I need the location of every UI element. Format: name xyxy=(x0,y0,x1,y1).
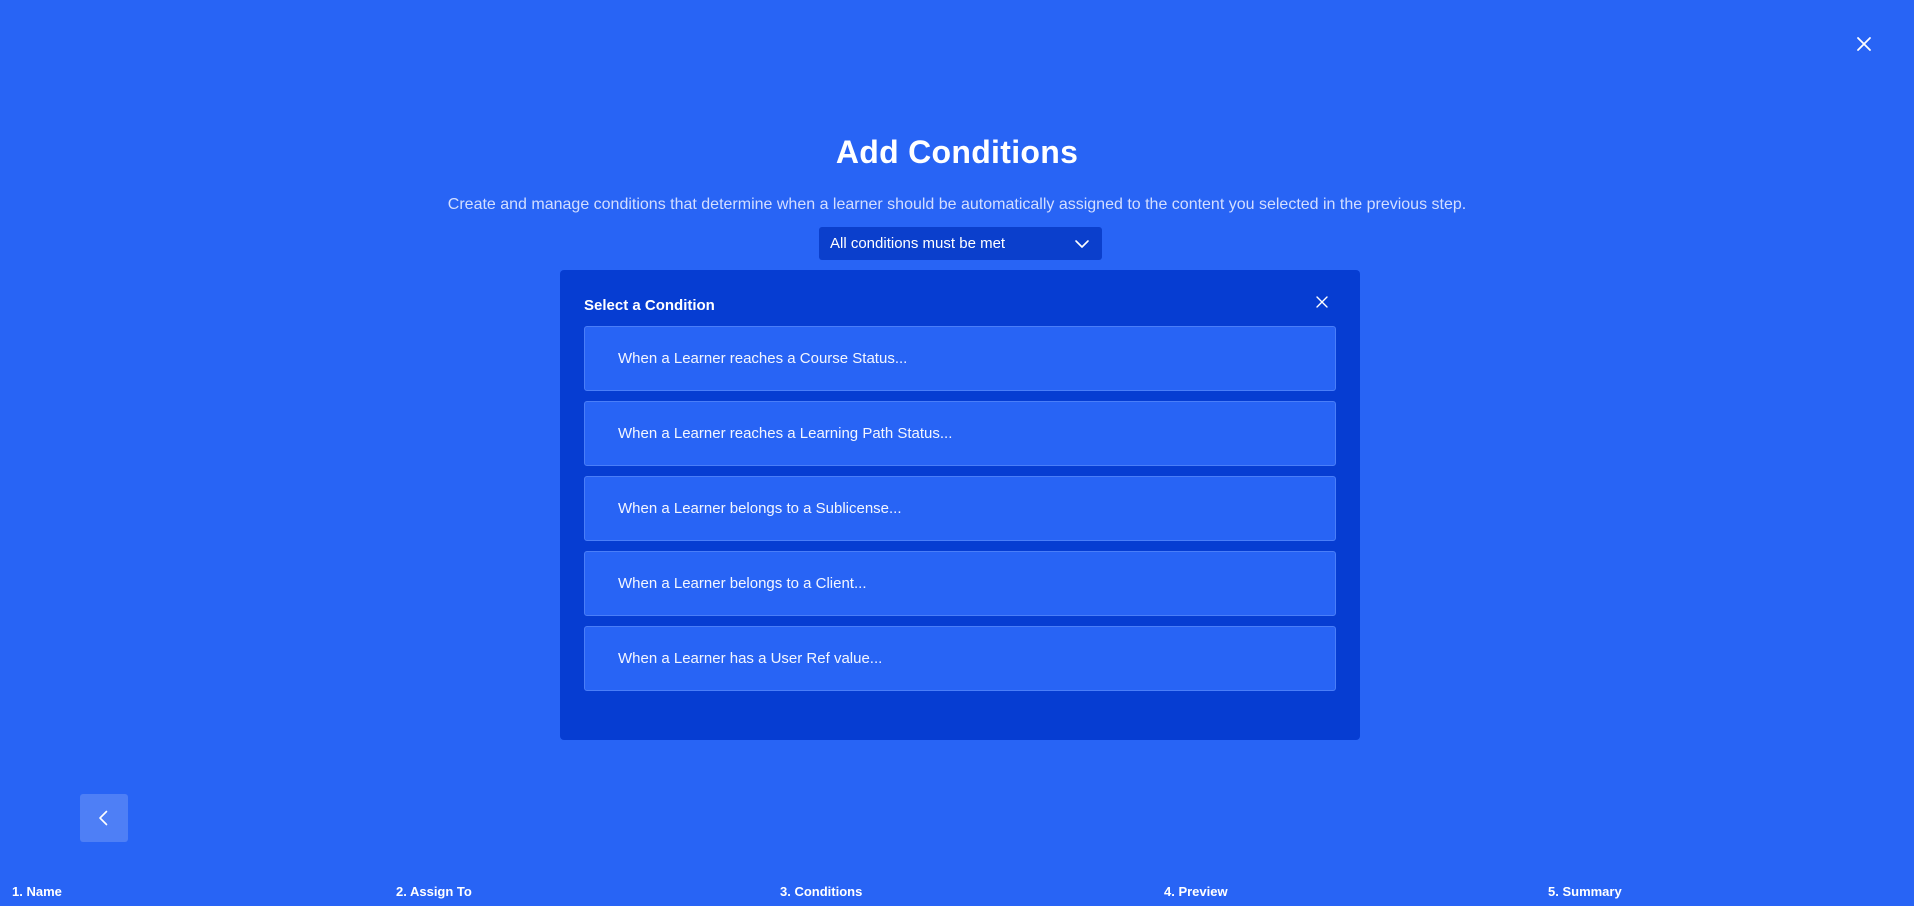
condition-option-client[interactable]: When a Learner belongs to a Client... xyxy=(584,551,1336,616)
condition-option-user-ref[interactable]: When a Learner has a User Ref value... xyxy=(584,626,1336,691)
step-conditions[interactable]: 3. Conditions xyxy=(780,884,862,899)
condition-option-course-status[interactable]: When a Learner reaches a Course Status..… xyxy=(584,326,1336,391)
page-description: Create and manage conditions that determ… xyxy=(447,196,1467,213)
close-icon xyxy=(1316,296,1328,308)
select-condition-panel: Select a Condition When a Learner reache… xyxy=(560,270,1360,740)
page-title: Add Conditions xyxy=(835,134,1079,170)
condition-match-select[interactable]: All conditions must be met xyxy=(819,227,1102,260)
condition-option-sublicense[interactable]: When a Learner belongs to a Sublicense..… xyxy=(584,476,1336,541)
step-name[interactable]: 1. Name xyxy=(12,884,62,899)
step-preview[interactable]: 4. Preview xyxy=(1164,884,1228,899)
close-icon xyxy=(1857,37,1871,51)
step-summary[interactable]: 5. Summary xyxy=(1548,884,1622,899)
close-panel-button[interactable] xyxy=(1314,294,1330,310)
back-button[interactable] xyxy=(80,794,128,842)
condition-match-value: All conditions must be met xyxy=(830,235,1006,252)
panel-title: Select a Condition xyxy=(584,297,715,314)
chevron-left-icon xyxy=(99,810,108,826)
condition-option-learning-path-status[interactable]: When a Learner reaches a Learning Path S… xyxy=(584,401,1336,466)
step-assign-to[interactable]: 2. Assign To xyxy=(396,884,472,899)
close-wizard-button[interactable] xyxy=(1852,32,1876,56)
wizard-steps: 1. Name 2. Assign To 3. Conditions 4. Pr… xyxy=(0,884,1914,906)
condition-options-list: When a Learner reaches a Course Status..… xyxy=(584,326,1336,701)
chevron-down-icon xyxy=(1075,239,1089,248)
